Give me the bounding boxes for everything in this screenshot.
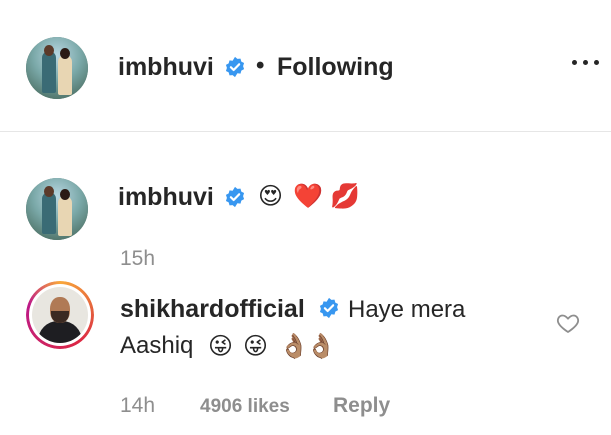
kiss-mark-emoji: 💋 — [330, 182, 360, 210]
comment-text-line2: Aashiq — [120, 332, 194, 359]
heart-outline-icon[interactable] — [556, 311, 580, 335]
winking-tongue-emoji: 😜 — [208, 332, 234, 360]
reply-button[interactable]: Reply — [333, 394, 390, 418]
more-horizontal-icon[interactable] — [572, 52, 602, 72]
ok-hand-emoji: 👌🏽 — [279, 332, 309, 360]
verified-badge-icon — [225, 56, 245, 78]
verified-badge-icon — [319, 297, 339, 319]
profile-avatar[interactable] — [26, 37, 88, 99]
heart-eyes-emoji: 😍 — [258, 182, 284, 210]
caption-timestamp[interactable]: 15h — [120, 247, 155, 271]
ok-hand-emoji: 👌🏽 — [306, 332, 336, 360]
commenter-avatar[interactable] — [26, 281, 94, 349]
red-heart-emoji: ❤️ — [293, 182, 323, 210]
comment-timestamp[interactable]: 14h — [120, 394, 155, 418]
verified-badge-icon — [225, 186, 245, 208]
caption-username[interactable]: imbhuvi — [118, 183, 214, 212]
comment-likes[interactable]: 4906 likes — [200, 396, 290, 418]
following-button[interactable]: Following — [277, 53, 394, 82]
caption-avatar[interactable] — [26, 178, 88, 240]
post-header: imbhuvi • Following — [0, 0, 611, 132]
commenter-username[interactable]: shikhardofficial — [120, 295, 305, 324]
winking-tongue-emoji: 😜 — [243, 332, 269, 360]
header-username[interactable]: imbhuvi — [118, 53, 214, 82]
separator-dot: • — [256, 52, 265, 79]
comment-text-line1: Haye mera — [348, 296, 466, 323]
